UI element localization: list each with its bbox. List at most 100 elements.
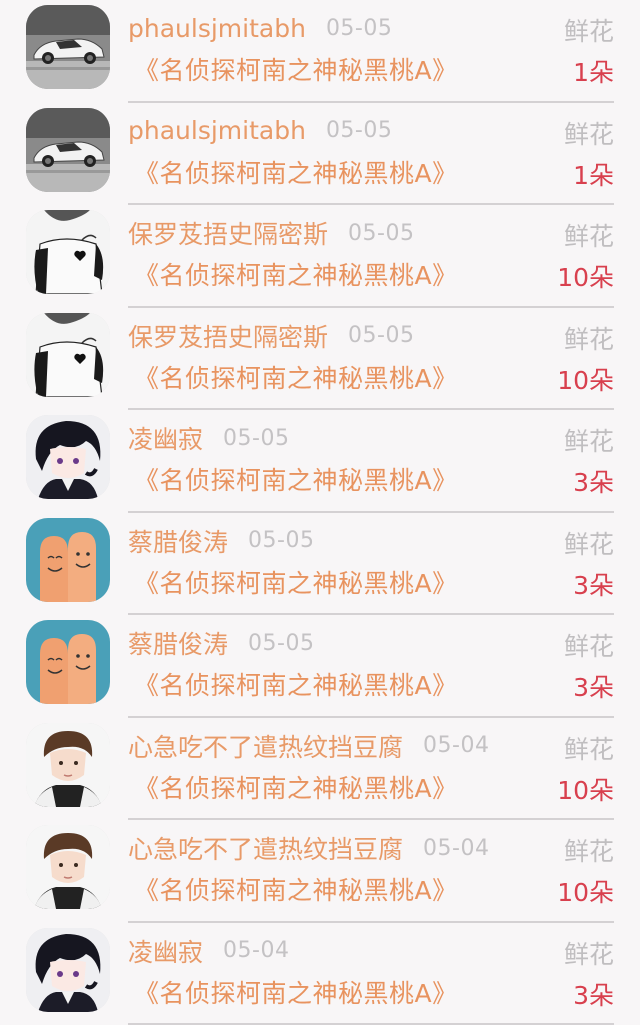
- work-title[interactable]: 《名侦探柯南之神秘黑桃A》: [134, 769, 458, 805]
- gift-record-list: phaulsjmitabh 05-05 鲜花 《名侦探柯南之神秘黑桃A》 1朵 …: [0, 0, 640, 1014]
- list-item-detail: 《名侦探柯南之神秘黑桃A》: [128, 769, 614, 805]
- user-name[interactable]: phaulsjmitabh: [128, 116, 306, 145]
- record-date: 05-05: [248, 631, 314, 656]
- gift-count: 3朵: [573, 566, 614, 602]
- gift-type: 鲜花: [564, 525, 614, 561]
- work-title[interactable]: 《名侦探柯南之神秘黑桃A》: [134, 974, 458, 1010]
- list-item-header: 心急吃不了遣热纹挡豆腐 05-04: [128, 728, 614, 764]
- list-item-header: 保罗芨捂史隔密斯 05-05: [128, 215, 614, 251]
- list-item-header: 蔡腊俊涛 05-05: [128, 523, 614, 559]
- gift-type: 鲜花: [564, 115, 614, 151]
- avatar-fingers[interactable]: [26, 620, 110, 704]
- gift-count: 3朵: [573, 976, 614, 1012]
- gift-type: 鲜花: [564, 627, 614, 663]
- list-item-detail: 《名侦探柯南之神秘黑桃A》: [128, 666, 614, 702]
- user-name[interactable]: 保罗芨捂史隔密斯: [128, 215, 328, 251]
- list-item[interactable]: phaulsjmitabh 05-05 鲜花 《名侦探柯南之神秘黑桃A》 1朵: [0, 103, 640, 206]
- record-date: 05-05: [223, 426, 289, 451]
- record-date: 05-04: [423, 733, 489, 758]
- list-item-detail: 《名侦探柯南之神秘黑桃A》: [128, 461, 614, 497]
- list-item-content: 凌幽寂 05-05 鲜花 《名侦探柯南之神秘黑桃A》 3朵: [128, 410, 614, 513]
- list-item-content: phaulsjmitabh 05-05 鲜花 《名侦探柯南之神秘黑桃A》 1朵: [128, 0, 614, 103]
- list-item-detail: 《名侦探柯南之神秘黑桃A》: [128, 154, 614, 190]
- list-item[interactable]: 凌幽寂 05-05 鲜花 《名侦探柯南之神秘黑桃A》 3朵: [0, 410, 640, 513]
- work-title[interactable]: 《名侦探柯南之神秘黑桃A》: [134, 359, 458, 395]
- record-date: 05-04: [223, 938, 289, 963]
- user-name[interactable]: 凌幽寂: [128, 933, 203, 969]
- work-title[interactable]: 《名侦探柯南之神秘黑桃A》: [134, 461, 458, 497]
- user-name[interactable]: 凌幽寂: [128, 420, 203, 456]
- gift-type: 鲜花: [564, 422, 614, 458]
- avatar-anime[interactable]: [26, 415, 110, 499]
- avatar-sketch[interactable]: [26, 210, 110, 294]
- list-item-header: 凌幽寂 05-05: [128, 420, 614, 456]
- list-item[interactable]: 蔡腊俊涛 05-05 鲜花 《名侦探柯南之神秘黑桃A》 3朵: [0, 615, 640, 718]
- gift-type: 鲜花: [564, 832, 614, 868]
- gift-type: 鲜花: [564, 935, 614, 971]
- list-item-header: 凌幽寂 05-04: [128, 933, 614, 969]
- list-item[interactable]: 蔡腊俊涛 05-05 鲜花 《名侦探柯南之神秘黑桃A》 3朵: [0, 513, 640, 616]
- list-item-content: 心急吃不了遣热纹挡豆腐 05-04 鲜花 《名侦探柯南之神秘黑桃A》 10朵: [128, 718, 614, 821]
- list-item-header: 心急吃不了遣热纹挡豆腐 05-04: [128, 830, 614, 866]
- gift-type: 鲜花: [564, 320, 614, 356]
- list-item-content: phaulsjmitabh 05-05 鲜花 《名侦探柯南之神秘黑桃A》 1朵: [128, 103, 614, 206]
- user-name[interactable]: 心急吃不了遣热纹挡豆腐: [128, 830, 403, 866]
- list-item-header: 蔡腊俊涛 05-05: [128, 625, 614, 661]
- gift-count: 10朵: [557, 258, 614, 294]
- work-title[interactable]: 《名侦探柯南之神秘黑桃A》: [134, 871, 458, 907]
- gift-count: 10朵: [557, 361, 614, 397]
- list-item-detail: 《名侦探柯南之神秘黑桃A》: [128, 871, 614, 907]
- work-title[interactable]: 《名侦探柯南之神秘黑桃A》: [134, 51, 458, 87]
- list-item-detail: 《名侦探柯南之神秘黑桃A》: [128, 974, 614, 1010]
- avatar-fingers[interactable]: [26, 518, 110, 602]
- avatar-boy[interactable]: [26, 825, 110, 909]
- gift-type: 鲜花: [564, 12, 614, 48]
- gift-count: 10朵: [557, 873, 614, 909]
- user-name[interactable]: 蔡腊俊涛: [128, 523, 228, 559]
- gift-count: 3朵: [573, 668, 614, 704]
- list-item-header: phaulsjmitabh 05-05: [128, 10, 614, 46]
- gift-count: 10朵: [557, 771, 614, 807]
- record-date: 05-04: [423, 836, 489, 861]
- gift-type: 鲜花: [564, 217, 614, 253]
- work-title[interactable]: 《名侦探柯南之神秘黑桃A》: [134, 564, 458, 600]
- user-name[interactable]: 保罗芨捂史隔密斯: [128, 318, 328, 354]
- record-date: 05-05: [348, 221, 414, 246]
- list-item[interactable]: 凌幽寂 05-04 鲜花 《名侦探柯南之神秘黑桃A》 3朵: [0, 923, 640, 1025]
- avatar-boy[interactable]: [26, 723, 110, 807]
- avatar-sketch[interactable]: [26, 313, 110, 397]
- work-title[interactable]: 《名侦探柯南之神秘黑桃A》: [134, 256, 458, 292]
- record-date: 05-05: [348, 323, 414, 348]
- list-item[interactable]: 保罗芨捂史隔密斯 05-05 鲜花 《名侦探柯南之神秘黑桃A》 10朵: [0, 205, 640, 308]
- user-name[interactable]: 蔡腊俊涛: [128, 625, 228, 661]
- list-item-detail: 《名侦探柯南之神秘黑桃A》: [128, 359, 614, 395]
- list-item-header: phaulsjmitabh 05-05: [128, 113, 614, 149]
- gift-type: 鲜花: [564, 730, 614, 766]
- avatar-car[interactable]: [26, 108, 110, 192]
- list-item-content: 保罗芨捂史隔密斯 05-05 鲜花 《名侦探柯南之神秘黑桃A》 10朵: [128, 205, 614, 308]
- list-item[interactable]: 心急吃不了遣热纹挡豆腐 05-04 鲜花 《名侦探柯南之神秘黑桃A》 10朵: [0, 820, 640, 923]
- gift-count: 1朵: [573, 53, 614, 89]
- list-item[interactable]: phaulsjmitabh 05-05 鲜花 《名侦探柯南之神秘黑桃A》 1朵: [0, 0, 640, 103]
- list-item-content: 凌幽寂 05-04 鲜花 《名侦探柯南之神秘黑桃A》 3朵: [128, 923, 614, 1025]
- gift-count: 3朵: [573, 463, 614, 499]
- record-date: 05-05: [326, 16, 392, 41]
- list-item[interactable]: 心急吃不了遣热纹挡豆腐 05-04 鲜花 《名侦探柯南之神秘黑桃A》 10朵: [0, 718, 640, 821]
- list-item-content: 心急吃不了遣热纹挡豆腐 05-04 鲜花 《名侦探柯南之神秘黑桃A》 10朵: [128, 820, 614, 923]
- work-title[interactable]: 《名侦探柯南之神秘黑桃A》: [134, 154, 458, 190]
- user-name[interactable]: phaulsjmitabh: [128, 14, 306, 43]
- user-name[interactable]: 心急吃不了遣热纹挡豆腐: [128, 728, 403, 764]
- list-item-content: 蔡腊俊涛 05-05 鲜花 《名侦探柯南之神秘黑桃A》 3朵: [128, 615, 614, 718]
- list-item-detail: 《名侦探柯南之神秘黑桃A》: [128, 51, 614, 87]
- gift-count: 1朵: [573, 156, 614, 192]
- list-item-content: 保罗芨捂史隔密斯 05-05 鲜花 《名侦探柯南之神秘黑桃A》 10朵: [128, 308, 614, 411]
- list-item[interactable]: 保罗芨捂史隔密斯 05-05 鲜花 《名侦探柯南之神秘黑桃A》 10朵: [0, 308, 640, 411]
- list-item-header: 保罗芨捂史隔密斯 05-05: [128, 318, 614, 354]
- list-item-detail: 《名侦探柯南之神秘黑桃A》: [128, 564, 614, 600]
- avatar-car[interactable]: [26, 5, 110, 89]
- list-item-detail: 《名侦探柯南之神秘黑桃A》: [128, 256, 614, 292]
- record-date: 05-05: [248, 528, 314, 553]
- record-date: 05-05: [326, 118, 392, 143]
- avatar-anime[interactable]: [26, 928, 110, 1012]
- work-title[interactable]: 《名侦探柯南之神秘黑桃A》: [134, 666, 458, 702]
